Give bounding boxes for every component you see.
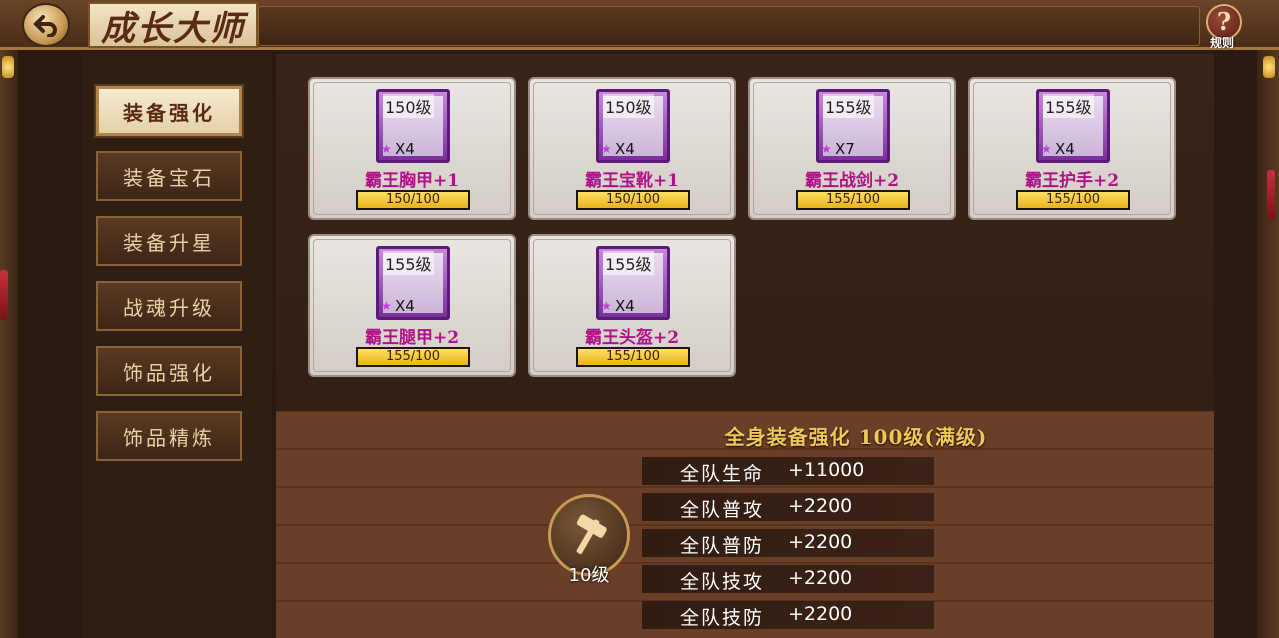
master-level: 10级 xyxy=(568,565,610,586)
sidebar-item-accessory-refine[interactable]: 饰品精炼 xyxy=(96,411,242,461)
progress-text: 150/100 xyxy=(385,192,440,207)
equipment-card[interactable]: 150级 ★ X4 霸王宝靴+1 150/100 xyxy=(528,77,736,220)
stat-value: +2200 xyxy=(788,531,853,553)
stat-name: 全队普防 xyxy=(680,535,765,557)
star-icon: ★ xyxy=(601,142,612,156)
sword-icon[interactable]: 155级 ★ X7 xyxy=(816,89,890,163)
sidebar-item-label: 饰品精炼 xyxy=(123,425,215,450)
equipment-card[interactable]: 155级 ★ X4 霸王头盔+2 155/100 xyxy=(528,234,736,377)
lantern-icon xyxy=(1263,56,1275,78)
star-icon: ★ xyxy=(821,142,832,156)
item-level: 150级 xyxy=(383,94,434,118)
stat-value: +2200 xyxy=(788,567,853,589)
item-name: 霸王宝靴+1 xyxy=(584,171,680,191)
item-name: 霸王腿甲+2 xyxy=(364,328,460,348)
sidebar-item-label: 装备升星 xyxy=(123,230,215,255)
tassel-decoration xyxy=(1267,170,1275,220)
star-icon: ★ xyxy=(381,299,392,313)
sidebar: 装备强化 装备宝石 装备升星 战魂升级 饰品强化 饰品精炼 xyxy=(82,54,272,638)
bonus-title: 全身装备强化 100级(满级) xyxy=(724,425,988,449)
tassel-decoration xyxy=(0,270,8,320)
leg-armor-icon[interactable]: 155级 ★ X4 xyxy=(376,246,450,320)
sidebar-item-label: 装备强化 xyxy=(123,100,215,125)
progress-bar: 155/100 xyxy=(576,347,690,367)
progress-bar: 155/100 xyxy=(356,347,470,367)
sidebar-item-label: 战魂升级 xyxy=(123,295,215,320)
item-quantity: X7 xyxy=(835,140,855,158)
stat-row: 全队技防 +2200 xyxy=(642,601,934,629)
stat-row: 全队生命 +11000 xyxy=(642,457,934,485)
item-name: 霸王胸甲+1 xyxy=(364,171,460,191)
page-title: 成长大师 xyxy=(101,8,245,49)
progress-bar: 155/100 xyxy=(796,190,910,210)
sidebar-item-equip-enhance[interactable]: 装备强化 xyxy=(94,84,244,138)
item-name: 霸王护手+2 xyxy=(1024,171,1120,191)
armor-chest-icon[interactable]: 150级 ★ X4 xyxy=(376,89,450,163)
stat-name: 全队技攻 xyxy=(680,571,765,593)
stat-row: 全队普攻 +2200 xyxy=(642,493,934,521)
progress-text: 155/100 xyxy=(1045,192,1100,207)
item-quantity: X4 xyxy=(615,297,635,315)
back-button[interactable] xyxy=(22,3,70,47)
sidebar-item-label: 饰品强化 xyxy=(123,360,215,385)
rules-button[interactable]: ? 规则 xyxy=(1202,4,1248,50)
stat-value: +2200 xyxy=(788,495,853,517)
stat-value: +11000 xyxy=(788,459,865,481)
item-name: 霸王战剑+2 xyxy=(804,171,900,191)
sidebar-item-label: 装备宝石 xyxy=(123,165,215,190)
sidebar-item-accessory-enhance[interactable]: 饰品强化 xyxy=(96,346,242,396)
sidebar-item-equip-gem[interactable]: 装备宝石 xyxy=(96,151,242,201)
item-level: 155级 xyxy=(1043,94,1094,118)
item-quantity: X4 xyxy=(395,140,415,158)
left-frame xyxy=(0,50,18,638)
main-panel: 150级 ★ X4 霸王胸甲+1 150/100 150级 ★ X4 霸王宝靴+1 150/100… xyxy=(276,54,1214,638)
star-icon: ★ xyxy=(601,299,612,313)
stat-value: +2200 xyxy=(788,603,853,625)
hammer-glyph-icon xyxy=(576,514,607,554)
star-icon: ★ xyxy=(381,142,392,156)
progress-bar: 150/100 xyxy=(356,190,470,210)
equipment-card[interactable]: 155级 ★ X4 霸王护手+2 155/100 xyxy=(968,77,1176,220)
master-bonus-panel: 全身装备强化 100级(满级) 10级 全队生命 +11000 全队普攻 +2200… xyxy=(276,411,1214,638)
item-level: 155级 xyxy=(603,251,654,275)
stat-row: 全队技攻 +2200 xyxy=(642,565,934,593)
equipment-card[interactable]: 155级 ★ X7 霸王战剑+2 155/100 xyxy=(748,77,956,220)
item-quantity: X4 xyxy=(1055,140,1075,158)
progress-text: 155/100 xyxy=(605,349,660,364)
right-frame xyxy=(1257,50,1279,638)
progress-text: 150/100 xyxy=(605,192,660,207)
boots-icon[interactable]: 150级 ★ X4 xyxy=(596,89,670,163)
item-name: 霸王头盔+2 xyxy=(584,328,680,348)
progress-bar: 155/100 xyxy=(1016,190,1130,210)
stat-row: 全队普防 +2200 xyxy=(642,529,934,557)
item-level: 155级 xyxy=(383,251,434,275)
header-strip xyxy=(258,6,1200,46)
item-quantity: X4 xyxy=(395,297,415,315)
sidebar-item-soul-upgrade[interactable]: 战魂升级 xyxy=(96,281,242,331)
item-level: 155级 xyxy=(823,94,874,118)
item-level: 150级 xyxy=(603,94,654,118)
title-plate: 成长大师 xyxy=(88,2,258,49)
stat-name: 全队技防 xyxy=(680,607,765,629)
progress-bar: 150/100 xyxy=(576,190,690,210)
progress-text: 155/100 xyxy=(825,192,880,207)
gauntlet-icon[interactable]: 155级 ★ X4 xyxy=(1036,89,1110,163)
lantern-icon xyxy=(2,56,14,78)
progress-text: 155/100 xyxy=(385,349,440,364)
back-arrow-icon xyxy=(33,15,57,37)
sidebar-item-equip-star[interactable]: 装备升星 xyxy=(96,216,242,266)
stat-name: 全队生命 xyxy=(680,463,765,485)
stat-name: 全队普攻 xyxy=(680,499,765,521)
rules-label: 规则 xyxy=(1210,36,1235,50)
item-quantity: X4 xyxy=(615,140,635,158)
star-icon: ★ xyxy=(1041,142,1052,156)
equipment-card[interactable]: 150级 ★ X4 霸王胸甲+1 150/100 xyxy=(308,77,516,220)
header-bar: 成长大师 ? 规则 xyxy=(0,0,1279,50)
helmet-icon[interactable]: 155级 ★ X4 xyxy=(596,246,670,320)
equipment-card[interactable]: 155级 ★ X4 霸王腿甲+2 155/100 xyxy=(308,234,516,377)
